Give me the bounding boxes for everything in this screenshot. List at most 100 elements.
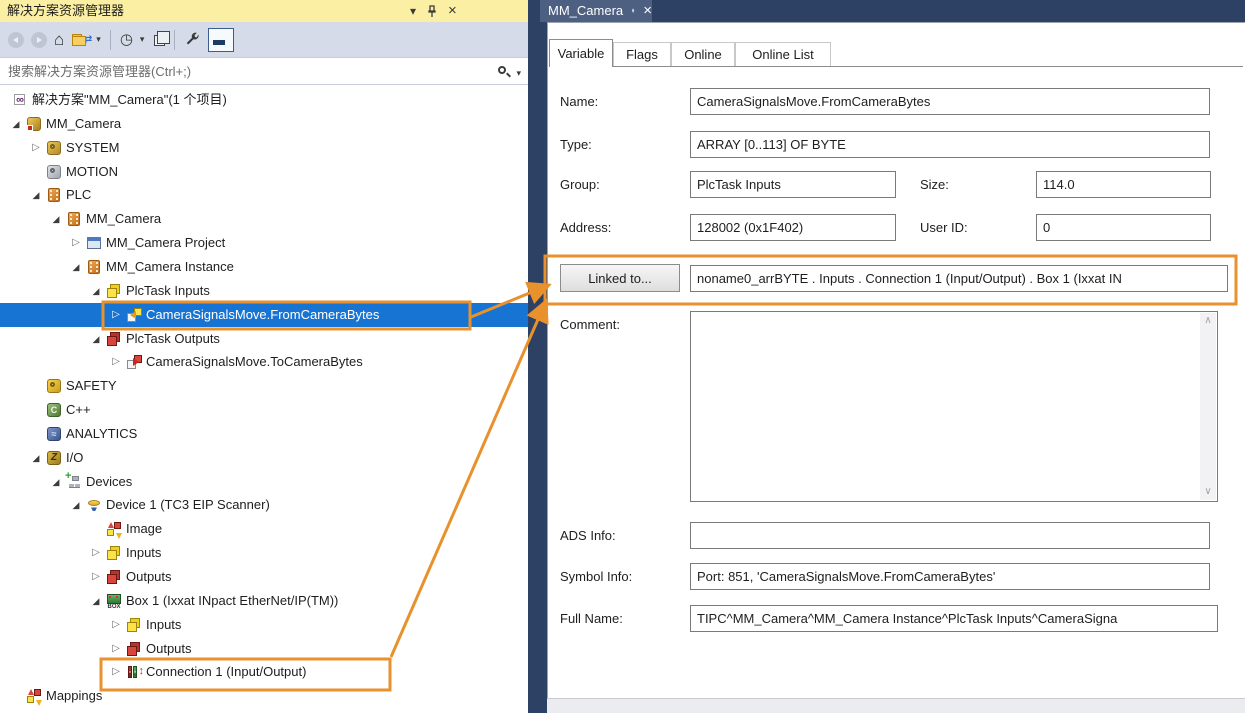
tree-item-mm-camera-project[interactable]: ▷ MM_Camera Project bbox=[0, 231, 528, 255]
tree-item-motion[interactable]: MOTION bbox=[0, 160, 528, 184]
expand-arrow-icon[interactable]: ▷ bbox=[69, 231, 83, 255]
analytics-icon bbox=[46, 426, 62, 442]
comment-field[interactable]: ∧ ∨ bbox=[690, 311, 1218, 502]
tree-item-i-o[interactable]: ◢ I/O bbox=[0, 446, 528, 470]
document-tab-mm-camera[interactable]: MM_Camera × bbox=[540, 0, 652, 22]
collapse-arrow-icon[interactable]: ◢ bbox=[69, 255, 83, 279]
collapse-arrow-icon[interactable]: ◢ bbox=[29, 446, 43, 470]
tree-item-c[interactable]: C++ bbox=[0, 398, 528, 422]
linked-to-button[interactable]: Linked to... bbox=[560, 264, 680, 292]
full-name-field[interactable]: TIPC^MM_Camera^MM_Camera Instance^PlcTas… bbox=[690, 605, 1218, 632]
tree-item-label: SYSTEM bbox=[66, 139, 120, 155]
input-variable-icon bbox=[126, 307, 142, 323]
collapse-arrow-icon[interactable]: ◢ bbox=[69, 493, 83, 517]
plc-instance-icon bbox=[66, 211, 82, 227]
search-icon[interactable] bbox=[498, 66, 506, 74]
expand-arrow-icon[interactable]: ▷ bbox=[89, 565, 103, 589]
scroll-up-icon[interactable]: ∧ bbox=[1200, 313, 1216, 329]
tree-item-label: PLC bbox=[66, 187, 92, 203]
collapse-arrow-icon[interactable]: ◢ bbox=[89, 589, 103, 613]
horizontal-scrollbar-area[interactable] bbox=[547, 698, 1245, 713]
collapse-arrow-icon[interactable]: ◢ bbox=[9, 112, 23, 136]
tree-item-outputs[interactable]: ▷ Outputs bbox=[0, 637, 528, 661]
collapse-arrow-icon[interactable]: ◢ bbox=[89, 279, 103, 303]
scroll-down-icon[interactable]: ∨ bbox=[1200, 484, 1216, 500]
type-field[interactable]: ARRAY [0..113] OF BYTE bbox=[690, 131, 1210, 158]
symbol-info-field[interactable]: Port: 851, 'CameraSignalsMove.FromCamera… bbox=[690, 563, 1210, 590]
filter-dropdown-caret-icon[interactable]: ▾ bbox=[140, 34, 145, 45]
expand-arrow-icon[interactable]: ▷ bbox=[29, 136, 43, 160]
collapse-arrow-icon[interactable]: ◢ bbox=[89, 327, 103, 351]
tree-item-devices[interactable]: ◢ Devices bbox=[0, 470, 528, 494]
collapse-arrow-icon[interactable]: ◢ bbox=[49, 207, 63, 231]
tree-item-camerasignalsmove-fromcamerabytes[interactable]: ▷ CameraSignalsMove.FromCameraBytes bbox=[0, 302, 528, 327]
tab-flags[interactable]: Flags bbox=[613, 42, 671, 66]
collapse-all-icon[interactable] bbox=[154, 31, 171, 46]
auto-hide-pin-icon[interactable] bbox=[426, 4, 438, 18]
tree-item-plc[interactable]: ◢ PLC bbox=[0, 183, 528, 207]
pending-changes-filter-icon[interactable]: ◷ bbox=[120, 32, 133, 47]
expand-arrow-icon[interactable]: ▷ bbox=[109, 660, 123, 684]
tree-item-mm-camera[interactable]: ◢ MM_Camera bbox=[0, 112, 528, 136]
ads-info-label: ADS Info: bbox=[560, 528, 616, 543]
tree-item-mm-camera-instance[interactable]: ◢ MM_Camera Instance bbox=[0, 255, 528, 279]
no-expander bbox=[9, 684, 23, 708]
tree-item-system[interactable]: ▷ SYSTEM bbox=[0, 136, 528, 160]
tree-item-plctask-outputs[interactable]: ◢ PlcTask Outputs bbox=[0, 327, 528, 351]
expand-arrow-icon[interactable]: ▷ bbox=[89, 541, 103, 565]
tab-online[interactable]: Online bbox=[671, 42, 735, 66]
linked-to-field[interactable]: noname0_arrBYTE . Inputs . Connection 1 … bbox=[690, 265, 1228, 292]
expand-arrow-icon[interactable]: ▷ bbox=[109, 303, 123, 327]
tree-item-inputs[interactable]: ▷ Inputs bbox=[0, 541, 528, 565]
group-field[interactable]: PlcTask Inputs bbox=[690, 171, 896, 198]
safety-icon bbox=[46, 378, 62, 394]
tree-item-inputs[interactable]: ▷ Inputs bbox=[0, 613, 528, 637]
window-position-caret-icon[interactable]: ▾ bbox=[410, 5, 416, 17]
expand-arrow-icon[interactable]: ▷ bbox=[109, 637, 123, 661]
collapse-arrow-icon[interactable]: ◢ bbox=[49, 470, 63, 494]
back-icon[interactable] bbox=[8, 31, 24, 48]
ads-info-field[interactable] bbox=[690, 522, 1210, 549]
io-icon bbox=[46, 450, 62, 466]
tree-item-outputs[interactable]: ▷ Outputs bbox=[0, 565, 528, 589]
preview-selected-items-toggle[interactable] bbox=[208, 27, 235, 52]
tree-item-device-1-tc3-eip-scanner[interactable]: ◢ Device 1 (TC3 EIP Scanner) bbox=[0, 493, 528, 517]
comment-label: Comment: bbox=[560, 317, 620, 332]
sync-dropdown-caret-icon[interactable]: ▾ bbox=[96, 34, 101, 45]
user-id-field[interactable]: 0 bbox=[1036, 214, 1211, 241]
tree-item-safety[interactable]: SAFETY bbox=[0, 374, 528, 398]
tree-item-label: PlcTask Inputs bbox=[126, 282, 210, 298]
tree-item-mm-camera[interactable]: ◢ MM_Camera bbox=[0, 207, 528, 231]
address-field[interactable]: 128002 (0x1F402) bbox=[690, 214, 896, 241]
tree-item-connection-1-input-output[interactable]: ▷ Connection 1 (Input/Output) bbox=[0, 660, 528, 684]
tree-item-plctask-inputs[interactable]: ◢ PlcTask Inputs bbox=[0, 279, 528, 303]
search-options-caret-icon[interactable]: ▾ bbox=[516, 68, 521, 79]
tree-item-mm-camera-1[interactable]: 解决方案"MM_Camera"(1 个项目) bbox=[0, 88, 528, 112]
tree-item-label: CameraSignalsMove.FromCameraBytes bbox=[146, 306, 380, 322]
document-close-icon[interactable]: × bbox=[643, 3, 652, 18]
tab-variable[interactable]: Variable bbox=[549, 39, 613, 67]
expand-arrow-icon[interactable]: ▷ bbox=[109, 613, 123, 637]
toolbar-separator bbox=[109, 29, 111, 50]
group-label: Group: bbox=[560, 177, 600, 192]
plc-instance-icon bbox=[86, 259, 102, 275]
forward-icon[interactable] bbox=[31, 31, 47, 48]
tree-item-mappings[interactable]: Mappings bbox=[0, 684, 528, 708]
tab-online-list[interactable]: Online List bbox=[735, 42, 831, 66]
sync-with-active-document-icon[interactable]: ⇄ bbox=[71, 32, 92, 48]
name-field[interactable]: CameraSignalsMove.FromCameraBytes bbox=[690, 88, 1210, 115]
comment-scrollbar[interactable]: ∧ ∨ bbox=[1200, 313, 1216, 500]
tree-item-camerasignalsmove-tocamerabytes[interactable]: ▷ CameraSignalsMove.ToCameraBytes bbox=[0, 350, 528, 374]
size-field[interactable]: 114.0 bbox=[1036, 171, 1211, 198]
document-pin-icon[interactable] bbox=[631, 5, 635, 17]
tree-item-image[interactable]: Image bbox=[0, 517, 528, 541]
tree-item-analytics[interactable]: ANALYTICS bbox=[0, 422, 528, 446]
tree-item-label: Image bbox=[126, 521, 163, 537]
collapse-arrow-icon[interactable]: ◢ bbox=[29, 183, 43, 207]
home-icon[interactable]: ⌂ bbox=[54, 31, 64, 48]
search-input[interactable] bbox=[0, 58, 528, 84]
close-icon[interactable]: × bbox=[448, 3, 457, 18]
expand-arrow-icon[interactable]: ▷ bbox=[109, 350, 123, 374]
tree-item-box-1-ixxat-inpact-ethernet-ip-tm[interactable]: ◢ Box 1 (Ixxat INpact EtherNet/IP(TM)) bbox=[0, 589, 528, 613]
properties-wrench-icon[interactable] bbox=[184, 31, 201, 48]
